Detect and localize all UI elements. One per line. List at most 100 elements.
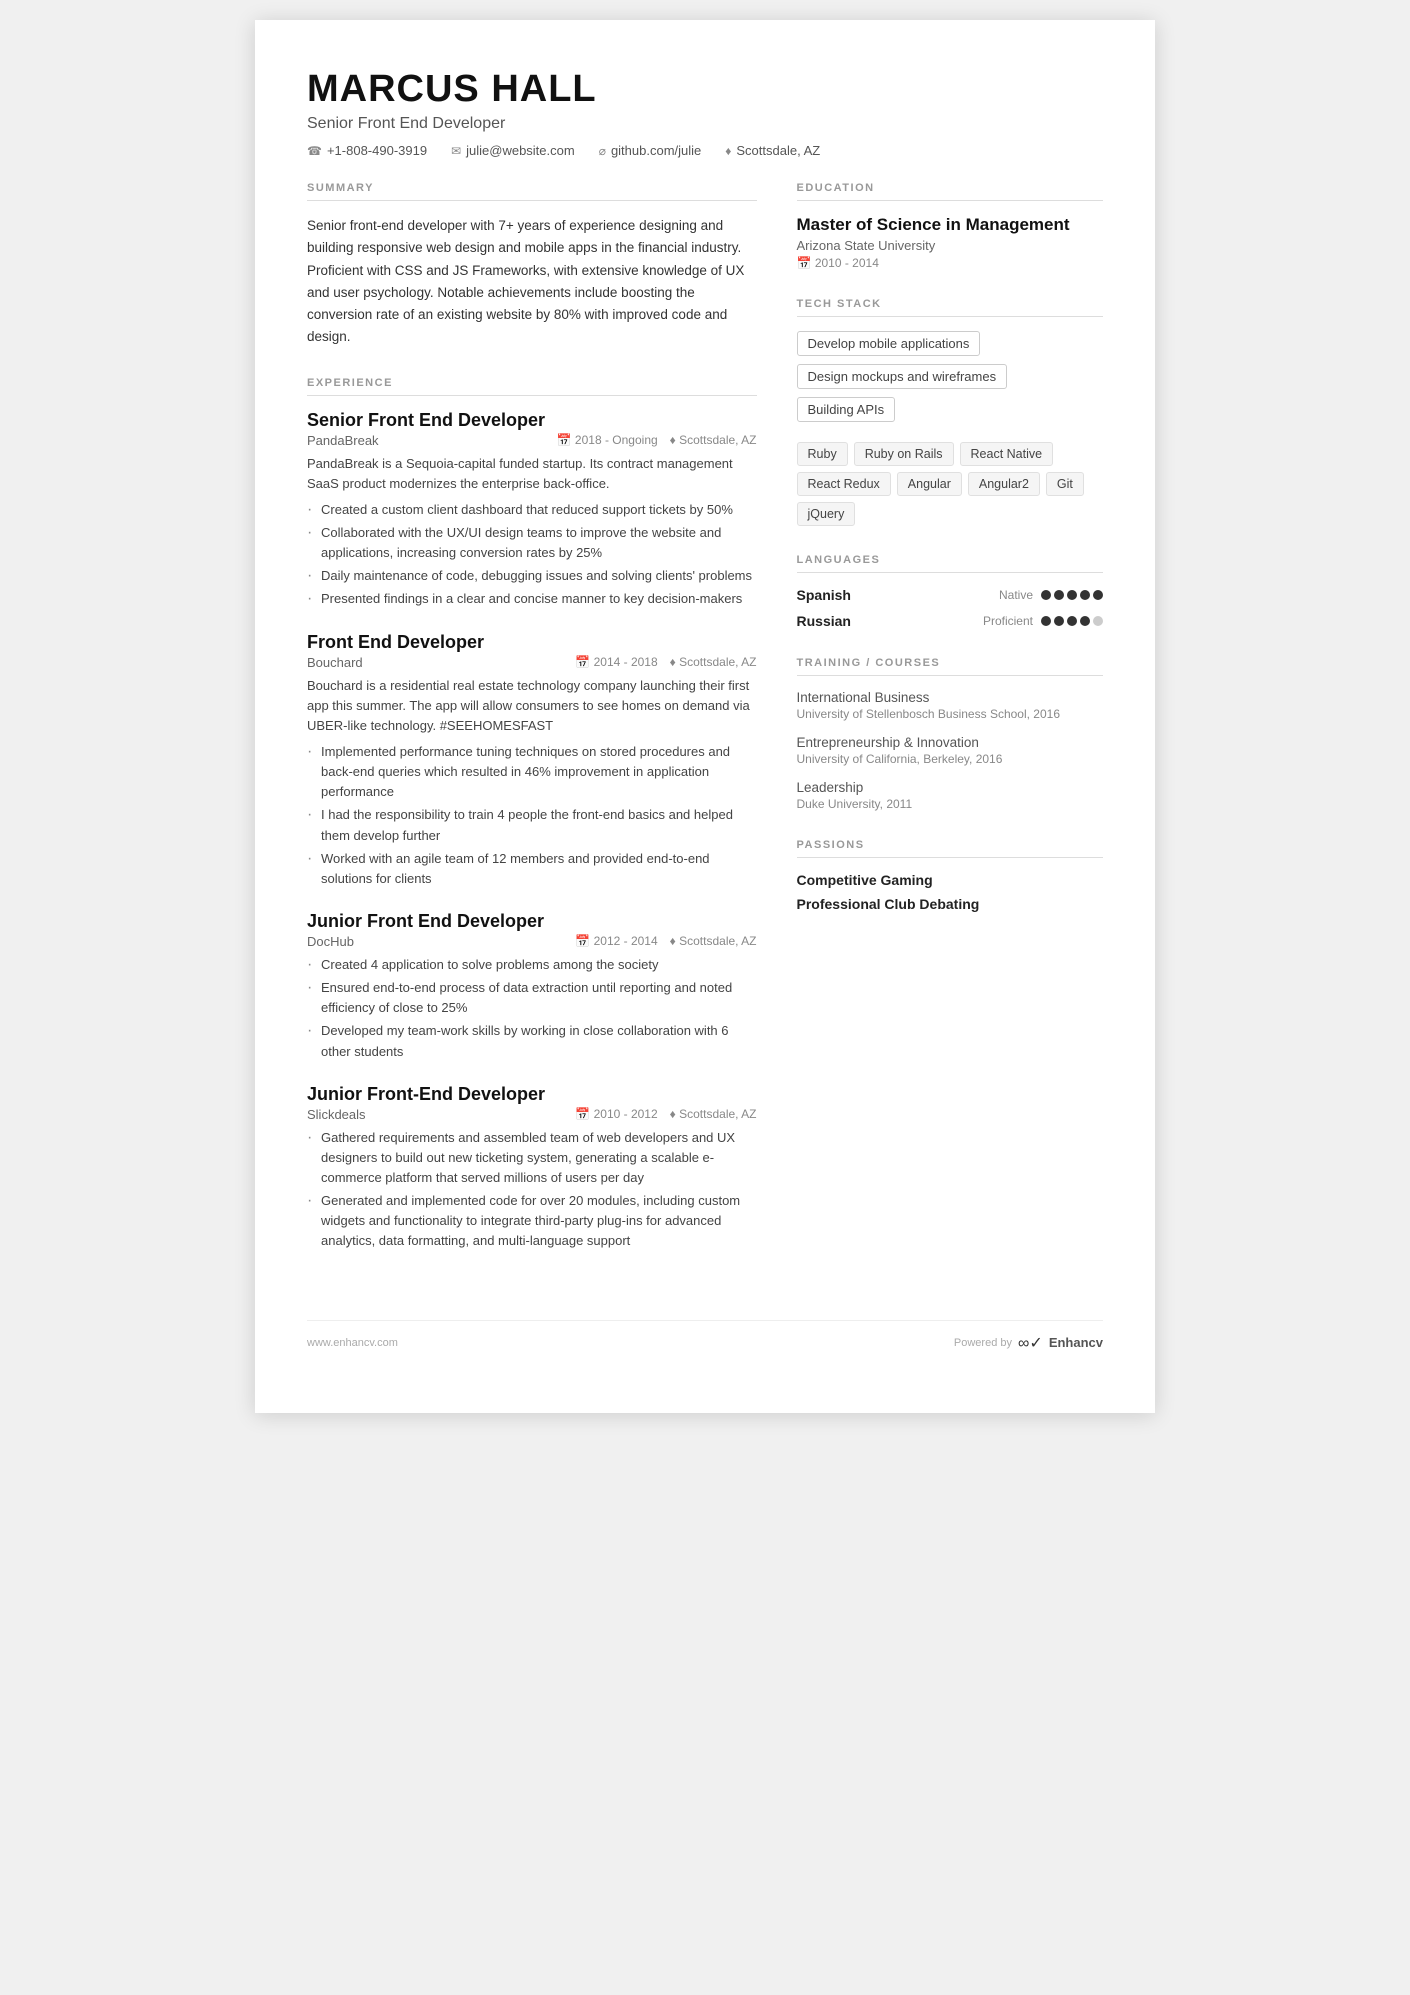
job-company-2: Bouchard [307, 655, 363, 670]
enhancv-brand-name: Enhancv [1049, 1335, 1103, 1350]
email-icon: ✉ [451, 144, 461, 158]
training-entry-1: International Business University of Ste… [797, 690, 1103, 721]
job-title-2: Front End Developer [307, 632, 757, 653]
summary-text: Senior front-end developer with 7+ years… [307, 215, 757, 349]
bullet-4-1: Gathered requirements and assembled team… [307, 1128, 757, 1188]
phone-icon: ☎ [307, 144, 322, 158]
dot-r-4 [1080, 616, 1090, 626]
job-bullets-4: Gathered requirements and assembled team… [307, 1128, 757, 1252]
bullet-3-3: Developed my team-work skills by working… [307, 1021, 757, 1061]
language-row-spanish: Spanish Native [797, 587, 1103, 603]
experience-divider [307, 395, 757, 396]
edu-calendar-icon: 📅 [797, 256, 812, 270]
job-dates-loc-4: 📅 2010 - 2012 ♦ Scottsdale, AZ [575, 1107, 756, 1121]
candidate-name: MARCUS HALL [307, 68, 1103, 111]
job-meta-1: PandaBreak 📅 2018 - Ongoing ♦ Scottsdale… [307, 433, 757, 448]
training-name-1: International Business [797, 690, 1103, 705]
two-column-layout: SUMMARY Senior front-end developer with … [307, 182, 1103, 1280]
passions-section: PASSIONS Competitive Gaming Professional… [797, 839, 1103, 912]
dot-s-1 [1041, 590, 1051, 600]
location-text: Scottsdale, AZ [736, 143, 820, 158]
education-label: EDUCATION [797, 182, 1103, 194]
enhancv-logo-icon: ∞✓ [1018, 1333, 1043, 1353]
job-company-1: PandaBreak [307, 433, 379, 448]
bullet-1-1: Created a custom client dashboard that r… [307, 500, 757, 520]
job-entry-3: Junior Front End Developer DocHub 📅 2012… [307, 911, 757, 1062]
tech-pills-row: Ruby Ruby on Rails React Native React Re… [797, 442, 1103, 526]
job-entry-1: Senior Front End Developer PandaBreak 📅 … [307, 410, 757, 610]
languages-label: LANGUAGES [797, 554, 1103, 566]
training-name-2: Entrepreneurship & Innovation [797, 735, 1103, 750]
tech-tag-2: Design mockups and wireframes [797, 364, 1008, 389]
location-contact: ♦ Scottsdale, AZ [725, 143, 820, 158]
experience-section: EXPERIENCE Senior Front End Developer Pa… [307, 377, 757, 1252]
experience-label: EXPERIENCE [307, 377, 757, 389]
tech-tag-1: Develop mobile applications [797, 331, 981, 356]
bullet-2-3: Worked with an agile team of 12 members … [307, 849, 757, 889]
right-column: EDUCATION Master of Science in Managemen… [797, 182, 1103, 1280]
job-bullets-2: Implemented performance tuning technique… [307, 742, 757, 889]
passion-2: Professional Club Debating [797, 896, 1103, 912]
language-dots-spanish [1041, 590, 1103, 600]
job-location-2: ♦ Scottsdale, AZ [670, 655, 757, 669]
tech-tag-3: Building APIs [797, 397, 896, 422]
github-url: github.com/julie [611, 143, 701, 158]
calendar-icon-1: 📅 2018 - Ongoing [557, 433, 658, 447]
footer-brand-area: Powered by ∞✓ Enhancv [954, 1333, 1103, 1353]
language-right-spanish: Native [999, 588, 1103, 602]
phone-number: +1-808-490-3919 [327, 143, 427, 158]
passions-divider [797, 857, 1103, 858]
calendar-icon-4: 📅 2010 - 2012 [575, 1107, 657, 1121]
resume-page: MARCUS HALL Senior Front End Developer ☎… [255, 20, 1155, 1413]
dot-s-3 [1067, 590, 1077, 600]
dot-s-4 [1080, 590, 1090, 600]
languages-divider [797, 572, 1103, 573]
tech-pill-git: Git [1046, 472, 1084, 496]
job-title-3: Junior Front End Developer [307, 911, 757, 932]
language-name-russian: Russian [797, 613, 851, 629]
job-dates-loc-3: 📅 2012 - 2014 ♦ Scottsdale, AZ [575, 934, 756, 948]
summary-section: SUMMARY Senior front-end developer with … [307, 182, 757, 349]
job-location-3: ♦ Scottsdale, AZ [670, 934, 757, 948]
tech-pill-jquery: jQuery [797, 502, 856, 526]
training-school-2: University of California, Berkeley, 2016 [797, 752, 1103, 766]
powered-by-text: Powered by [954, 1337, 1012, 1349]
candidate-title: Senior Front End Developer [307, 115, 1103, 133]
training-name-3: Leadership [797, 780, 1103, 795]
calendar-icon-2: 📅 2014 - 2018 [575, 655, 657, 669]
edu-degree: Master of Science in Management [797, 215, 1103, 235]
training-entry-2: Entrepreneurship & Innovation University… [797, 735, 1103, 766]
language-name-spanish: Spanish [797, 587, 851, 603]
email-contact: ✉ julie@website.com [451, 143, 575, 158]
training-section: TRAINING / COURSES International Busines… [797, 657, 1103, 811]
language-level-spanish: Native [999, 588, 1033, 602]
summary-divider [307, 200, 757, 201]
training-divider [797, 675, 1103, 676]
job-company-4: Slickdeals [307, 1107, 366, 1122]
job-company-3: DocHub [307, 934, 354, 949]
job-title-4: Junior Front-End Developer [307, 1084, 757, 1105]
tech-pill-rails: Ruby on Rails [854, 442, 954, 466]
edu-dates: 📅 2010 - 2014 [797, 256, 1103, 270]
tech-pill-react-native: React Native [960, 442, 1054, 466]
summary-label: SUMMARY [307, 182, 757, 194]
training-entry-3: Leadership Duke University, 2011 [797, 780, 1103, 811]
dot-r-1 [1041, 616, 1051, 626]
github-icon: ⌀ [599, 144, 606, 158]
techstack-divider [797, 316, 1103, 317]
tech-pill-angular: Angular [897, 472, 962, 496]
job-dates-loc-1: 📅 2018 - Ongoing ♦ Scottsdale, AZ [557, 433, 757, 447]
phone-contact: ☎ +1-808-490-3919 [307, 143, 427, 158]
edu-school: Arizona State University [797, 238, 1103, 253]
bullet-3-1: Created 4 application to solve problems … [307, 955, 757, 975]
job-bullets-3: Created 4 application to solve problems … [307, 955, 757, 1062]
calendar-icon-3: 📅 2012 - 2014 [575, 934, 657, 948]
languages-section: LANGUAGES Spanish Native [797, 554, 1103, 629]
dot-s-5 [1093, 590, 1103, 600]
training-school-3: Duke University, 2011 [797, 797, 1103, 811]
techstack-section: TECH STACK Develop mobile applications D… [797, 298, 1103, 526]
language-level-russian: Proficient [983, 614, 1033, 628]
dot-s-2 [1054, 590, 1064, 600]
language-row-russian: Russian Proficient [797, 613, 1103, 629]
job-title-1: Senior Front End Developer [307, 410, 757, 431]
